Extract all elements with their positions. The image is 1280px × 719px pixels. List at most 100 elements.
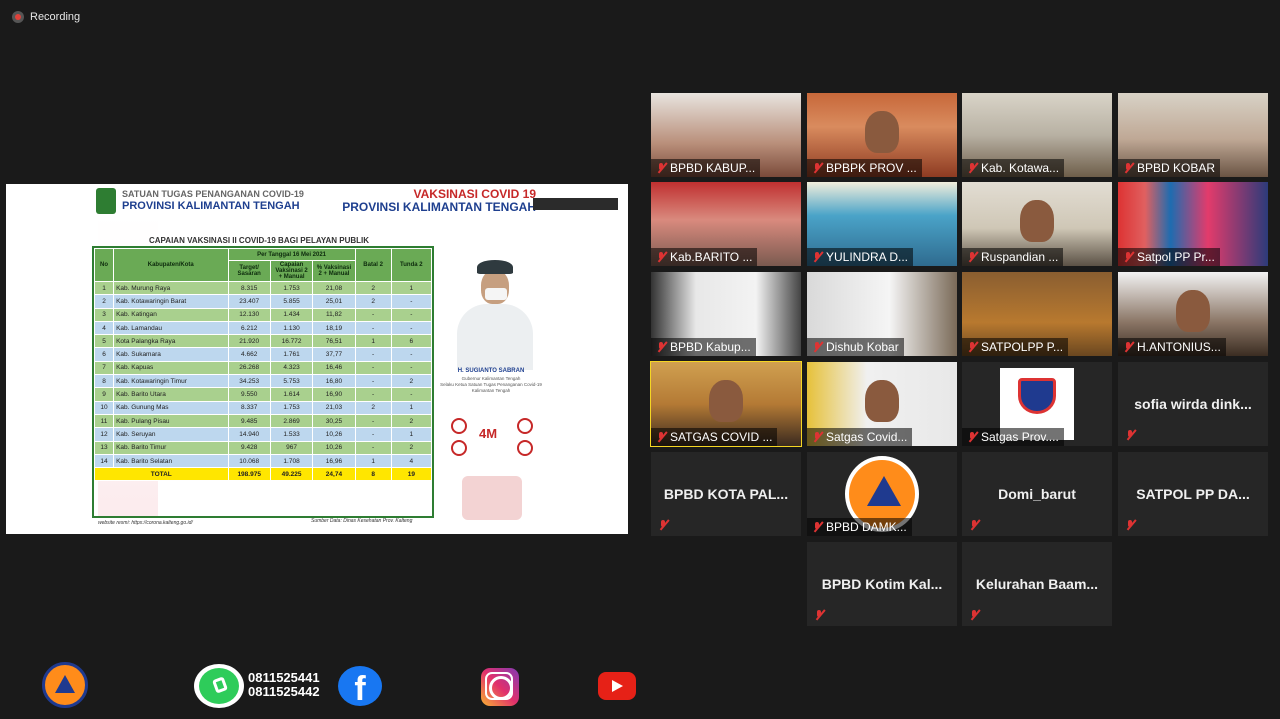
- vaccine-vial-image: [462, 476, 522, 520]
- participant-tile[interactable]: YULINDRA D...: [807, 182, 957, 266]
- table-cell: 5: [93, 334, 115, 349]
- table-cell: 16,90: [312, 387, 356, 402]
- mic-muted-icon: [966, 341, 978, 353]
- participant-name: BPBPK PROV ...: [826, 161, 917, 175]
- table-cell: -: [390, 320, 433, 336]
- governor-cap: [477, 260, 513, 274]
- table-cell: 16.772: [269, 334, 314, 349]
- participant-tile[interactable]: Satpol PP Pr...: [1118, 182, 1268, 266]
- participant-name: BPBD KOBAR: [1137, 161, 1216, 175]
- participant-tile[interactable]: Satgas Prov....: [962, 362, 1112, 446]
- crowd-avoid-icon: [517, 440, 533, 456]
- table-cell: Kab. Barito Utara: [113, 387, 229, 402]
- table-cell: -: [390, 387, 433, 402]
- mic-muted-icon: [811, 341, 823, 353]
- table-cell: 8.337: [227, 400, 271, 415]
- participant-name-bar: Ruspandian ...: [962, 248, 1064, 266]
- kalteng-logo: [96, 188, 116, 214]
- mic-muted-icon: [966, 162, 978, 174]
- governor-photo: [443, 250, 543, 370]
- zoom-meeting-window: Recording SATUAN TUGAS PENANGANAN COVID-…: [0, 0, 1280, 719]
- distance-icon: [517, 418, 533, 434]
- participant-tile[interactable]: BPBD DAMK...: [807, 452, 957, 536]
- table-cell: 14: [93, 453, 115, 469]
- slide-org-line2: PROVINSI KALIMANTAN TENGAH: [122, 200, 300, 212]
- table-cell: 5.753: [269, 374, 314, 389]
- participant-tile[interactable]: SATGAS COVID ...: [650, 361, 802, 447]
- table-cell: 16,80: [312, 374, 356, 389]
- mic-muted-icon: [655, 162, 667, 174]
- participant-name-bar: BPBPK PROV ...: [807, 159, 922, 177]
- recording-indicator[interactable]: Recording: [12, 11, 80, 23]
- participant-tile[interactable]: H.ANTONIUS...: [1118, 272, 1268, 356]
- participant-name: sofia wirda dink...: [1134, 396, 1252, 412]
- table-cell: 1.761: [269, 347, 314, 362]
- participant-tile[interactable]: Domi_barut: [962, 452, 1112, 536]
- slide-website: website resmi: https://corona.kalteng.go…: [98, 520, 193, 526]
- recording-icon: [12, 11, 24, 23]
- participant-tile[interactable]: sofia wirda dink...: [1118, 362, 1268, 446]
- participant-tile[interactable]: BPBPK PROV ...: [807, 93, 957, 177]
- bpbd-logo: [42, 662, 88, 708]
- table-cell: 1.708: [269, 453, 314, 469]
- participant-tile[interactable]: Kab.BARITO ...: [651, 182, 801, 266]
- participant-name: SATGAS COVID ...: [670, 430, 773, 444]
- mic-muted-icon: [655, 341, 667, 353]
- slide-dark-bar: [533, 198, 618, 210]
- participant-face: [1020, 200, 1054, 242]
- table-cell: 11,82: [312, 307, 356, 322]
- table-cell: 25,01: [312, 294, 356, 309]
- participant-name-bar: H.ANTONIUS...: [1118, 338, 1226, 356]
- participant-name: SATPOLPP P...: [981, 340, 1064, 354]
- participant-name: BPBD KABUP...: [670, 161, 756, 175]
- participant-name-bar: Kab.BARITO ...: [651, 248, 758, 266]
- mask-icon: [451, 418, 467, 434]
- table-row: 6 Kab. Sukamara 4.662 1.761 37,77- -: [93, 347, 433, 362]
- participant-name: Ruspandian ...: [981, 250, 1059, 264]
- table-cell: 9.485: [227, 413, 271, 429]
- slide-org-line1: SATUAN TUGAS PENANGANAN COVID-19: [122, 189, 304, 199]
- table-row: 11 Kab. Pulang Pisau 9.485 2.869 30,25-2: [93, 413, 433, 429]
- table-cell: Kab. Barito Selatan: [113, 453, 229, 469]
- table-cell: 2: [354, 294, 392, 309]
- table-cell: 26.268: [227, 360, 271, 376]
- table-cell: -: [354, 427, 392, 442]
- table-cell: -: [354, 347, 392, 362]
- participant-tile[interactable]: BPBD KABUP...: [651, 93, 801, 177]
- participant-tile[interactable]: Kelurahan Baam...: [962, 542, 1112, 626]
- participant-tile[interactable]: Ruspandian ...: [962, 182, 1112, 266]
- table-row: 12 Kab. Seruyan 14.940 1.533 10,26-1: [93, 427, 433, 442]
- table-cell: 2: [354, 280, 392, 296]
- participant-tile[interactable]: Satgas Covid...: [807, 362, 957, 446]
- participant-face: [865, 380, 899, 422]
- total-cell: 198.975: [227, 467, 271, 482]
- slide-header-right: VAKSINASI COVID 19 PROVINSI KALIMANTAN T…: [342, 188, 536, 214]
- table-cell: 2: [390, 413, 433, 429]
- table-cell: 1.533: [269, 427, 314, 442]
- table-row: 8 Kab. Kotawaringin Timur 34.253 5.753 16,80…: [93, 374, 433, 389]
- participant-tile[interactable]: BPBD KOTA PAL...: [651, 452, 801, 536]
- table-cell: 10.068: [227, 453, 271, 469]
- table-cell: 76,51: [312, 334, 356, 349]
- participant-name-bar: BPBD KABUP...: [651, 159, 761, 177]
- table-cell: 2: [390, 440, 433, 455]
- participant-tile[interactable]: SATPOL PP DA...: [1118, 452, 1268, 536]
- participant-name-bar: BPBD DAMK...: [807, 518, 912, 536]
- participant-face: [1176, 290, 1210, 332]
- participant-tile[interactable]: BPBD Kabup...: [651, 272, 801, 356]
- table-cell: 8: [93, 374, 115, 389]
- participant-tile[interactable]: BPBD Kotim Kal...: [807, 542, 957, 626]
- participant-tile[interactable]: Kab. Kotawa...: [962, 93, 1112, 177]
- table-cell: 23.407: [227, 294, 271, 309]
- phone-number-2: 0811525442: [248, 684, 320, 699]
- mic-muted-icon: [1122, 251, 1134, 263]
- mic-muted-icon: [968, 609, 980, 621]
- table-cell: -: [390, 360, 433, 376]
- shared-screen-slide[interactable]: SATUAN TUGAS PENANGANAN COVID-19 PROVINS…: [6, 184, 628, 534]
- mic-muted-icon: [811, 251, 823, 263]
- participant-tile[interactable]: BPBD KOBAR: [1118, 93, 1268, 177]
- table-cell: 2: [354, 400, 392, 415]
- participant-tile[interactable]: SATPOLPP P...: [962, 272, 1112, 356]
- participant-tile[interactable]: Dishub Kobar: [807, 272, 957, 356]
- mic-muted-icon: [813, 609, 825, 621]
